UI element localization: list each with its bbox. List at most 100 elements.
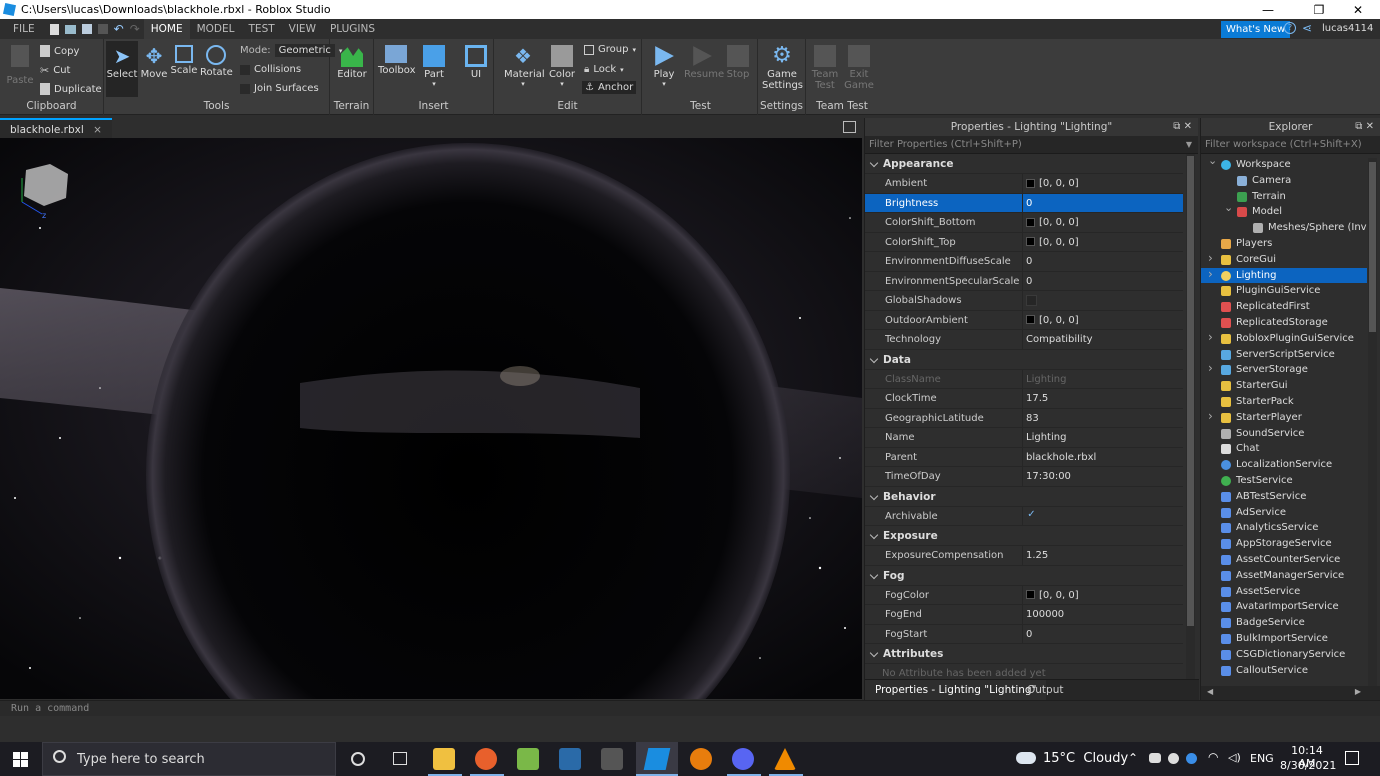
property-row[interactable]: TimeOfDay 17:30:00	[865, 467, 1183, 487]
visual-studio-code-icon[interactable]	[559, 748, 581, 770]
property-category-header[interactable]: Fog	[865, 565, 1183, 586]
rotate-tool-button[interactable]: Rotate	[200, 45, 233, 78]
explorer-item[interactable]: CalloutService	[1201, 663, 1367, 679]
game-settings-button[interactable]: ⚙ Game Settings	[762, 45, 803, 92]
property-row[interactable]: Ambient [0, 0, 0]	[865, 174, 1183, 194]
resume-button[interactable]: Resume	[684, 45, 724, 80]
duplicate-button[interactable]: Duplicate	[40, 83, 102, 95]
explorer-item[interactable]: TestService	[1201, 473, 1367, 489]
undo-icon[interactable]: ↶	[114, 22, 124, 36]
property-row[interactable]: EnvironmentSpecularScale 0	[865, 271, 1183, 291]
collapse-arrow-icon[interactable]: ›	[1208, 409, 1213, 425]
terrain-editor-button[interactable]: Editor	[336, 45, 368, 80]
play-button[interactable]: Play ▾	[648, 45, 680, 88]
property-value[interactable]: 0	[1026, 194, 1032, 214]
explorer-item[interactable]: LocalizationService	[1201, 457, 1367, 473]
mode-dropdown[interactable]: Geometric	[274, 44, 335, 57]
property-row[interactable]: FogEnd 100000	[865, 605, 1183, 625]
property-value[interactable]: 83	[1026, 409, 1039, 429]
collisions-toggle[interactable]: Collisions	[240, 64, 301, 75]
volume-icon[interactable]: ◁)	[1228, 751, 1241, 764]
group-button[interactable]: Group ▾	[584, 44, 636, 55]
explorer-item[interactable]: AppStorageService	[1201, 536, 1367, 552]
property-row[interactable]: ClockTime 17.5	[865, 389, 1183, 409]
cortana-icon[interactable]	[351, 752, 365, 766]
windows-start-icon[interactable]	[13, 752, 28, 767]
property-value[interactable]: [0, 0, 0]	[1026, 174, 1079, 194]
property-row[interactable]: Name Lighting	[865, 428, 1183, 448]
explorer-horizontal-scrollbar[interactable]: ◀ ▶	[1201, 686, 1380, 700]
dock-and-close-icons[interactable]: ⧉ ✕	[1355, 118, 1374, 136]
property-category-header[interactable]: Data	[865, 349, 1183, 370]
exit-game-button[interactable]: Exit Game	[844, 45, 874, 91]
minimize-button[interactable]: —	[1245, 0, 1291, 19]
new-file-icon[interactable]	[49, 23, 59, 35]
firefox-icon[interactable]	[475, 748, 497, 770]
collapse-arrow-icon[interactable]: ›	[1208, 330, 1213, 346]
property-row[interactable]: EnvironmentDiffuseScale 0	[865, 252, 1183, 272]
scrollbar-thumb[interactable]	[1187, 156, 1194, 626]
explorer-item[interactable]: AnalyticsService	[1201, 520, 1367, 536]
explorer-item[interactable]: ReplicatedStorage	[1201, 315, 1367, 331]
cut-button[interactable]: ✂ Cut	[40, 64, 70, 77]
select-tool-button[interactable]: ➤ Select	[106, 41, 138, 97]
explorer-item[interactable]: AssetService	[1201, 584, 1367, 600]
expand-arrow-icon[interactable]: ⌄	[1224, 200, 1233, 216]
taskbar-search-box[interactable]: Type here to search	[42, 742, 336, 776]
property-value[interactable]: [0, 0, 0]	[1026, 213, 1079, 233]
file-explorer-icon[interactable]	[433, 748, 455, 770]
explorer-item[interactable]: ⌄ Workspace	[1201, 157, 1367, 173]
screen-capture-icon[interactable]	[843, 121, 856, 133]
explorer-item[interactable]: StarterPack	[1201, 394, 1367, 410]
property-row[interactable]: ExposureCompensation 1.25	[865, 546, 1183, 566]
explorer-item[interactable]: BulkImportService	[1201, 631, 1367, 647]
collapse-arrow-icon[interactable]: ›	[1208, 361, 1213, 377]
checkbox[interactable]	[1026, 294, 1037, 306]
publish-icon[interactable]	[81, 24, 92, 34]
property-value[interactable]: 0	[1026, 625, 1032, 645]
collisions-checkbox[interactable]	[240, 64, 250, 75]
property-row[interactable]: ClassName Lighting	[865, 369, 1183, 389]
checkbox-checked[interactable]: ✓	[1026, 510, 1037, 521]
property-row[interactable]: FogStart 0	[865, 624, 1183, 645]
open-folder-icon[interactable]	[64, 24, 76, 34]
property-value[interactable]: 100000	[1026, 605, 1064, 625]
tab-home[interactable]: HOME	[143, 19, 190, 39]
game-app-icon[interactable]	[601, 748, 623, 770]
property-value[interactable]: blackhole.rbxl	[1026, 448, 1096, 468]
property-value[interactable]: ✓	[1026, 507, 1037, 527]
explorer-item[interactable]: SoundService	[1201, 426, 1367, 442]
dock-and-close-icons[interactable]: ⧉ ✕	[1173, 118, 1192, 136]
explorer-item[interactable]: Players	[1201, 236, 1367, 252]
explorer-item[interactable]: BadgeService	[1201, 615, 1367, 631]
explorer-item[interactable]: Camera	[1201, 173, 1367, 189]
tab-plugins[interactable]: PLUGINS	[323, 19, 382, 39]
tab-output[interactable]: Output	[1017, 680, 1073, 701]
close-window-button[interactable]: ✕	[1335, 0, 1380, 19]
scroll-left-icon[interactable]: ◀	[1207, 687, 1213, 696]
collapse-arrow-icon[interactable]: ›	[1208, 267, 1213, 283]
property-value[interactable]: Lighting	[1026, 428, 1066, 448]
help-icon[interactable]: ?	[1284, 22, 1296, 34]
property-category-header[interactable]: Appearance	[865, 154, 1183, 174]
property-value[interactable]: [0, 0, 0]	[1026, 233, 1079, 253]
scrollbar-thumb[interactable]	[1369, 162, 1376, 332]
property-category-header[interactable]: Behavior	[865, 486, 1183, 507]
wifi-icon[interactable]: ◠	[1208, 750, 1218, 764]
lock-button[interactable]: 🔒︎ Lock ▾	[584, 64, 624, 75]
property-category-header[interactable]: Attributes	[865, 644, 1183, 664]
command-bar-input[interactable]: Run a command	[0, 700, 1380, 716]
language-indicator[interactable]: ENG	[1250, 752, 1274, 765]
join-surfaces-checkbox[interactable]	[240, 83, 250, 94]
clock-date[interactable]: 8/30/2021	[1280, 759, 1336, 772]
close-tab-icon[interactable]: ×	[93, 124, 102, 136]
property-value[interactable]: Compatibility	[1026, 330, 1093, 350]
color-swatch[interactable]	[1026, 217, 1035, 227]
explorer-filter-input[interactable]: Filter workspace (Ctrl+Shift+X)	[1201, 136, 1380, 154]
weather-text[interactable]: 15°C Cloudy	[1043, 751, 1128, 766]
property-row[interactable]: GlobalShadows	[865, 291, 1183, 311]
explorer-item[interactable]: › ServerStorage	[1201, 361, 1367, 378]
color-swatch[interactable]	[1026, 590, 1035, 599]
save-icon[interactable]	[97, 24, 108, 34]
explorer-item[interactable]: AdService	[1201, 505, 1367, 521]
